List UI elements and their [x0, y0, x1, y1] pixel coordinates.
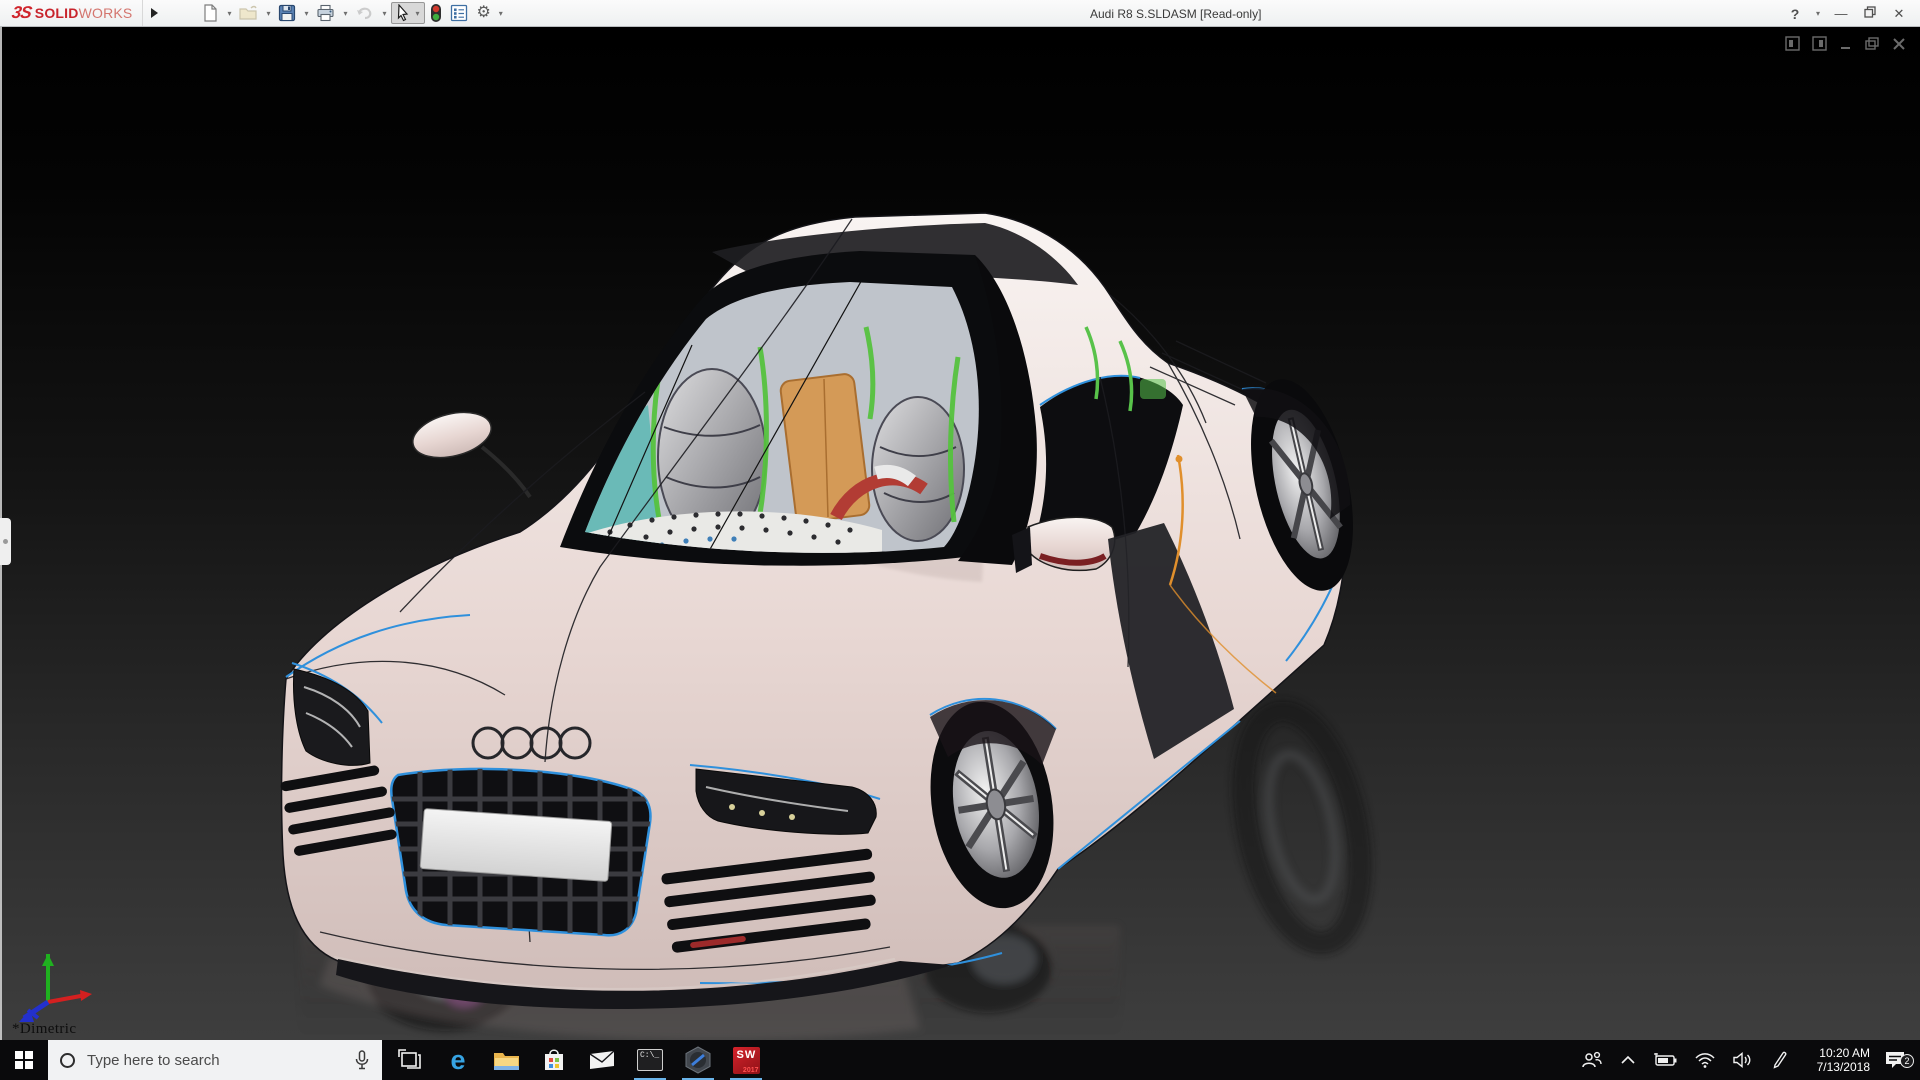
close-button[interactable]: ✕ — [1888, 6, 1910, 22]
options-dropdown-caret[interactable]: ▾ — [496, 9, 506, 18]
new-document-button[interactable] — [198, 2, 222, 24]
new-dropdown-caret[interactable]: ▾ — [224, 9, 234, 18]
windows-ink-button[interactable] — [1762, 1051, 1798, 1069]
minimize-button[interactable]: — — [1830, 6, 1852, 21]
taskbar-apps: e C:\_ SW 2017 — [386, 1040, 770, 1080]
view-orientation-label: *Dimetric — [12, 1021, 77, 1037]
cortana-icon — [60, 1052, 75, 1068]
pen-icon — [1773, 1051, 1787, 1069]
rebuild-traffic-light-icon — [431, 4, 442, 22]
print-button[interactable] — [313, 2, 338, 24]
x-axis-arrow — [47, 993, 87, 1004]
people-icon — [1582, 1051, 1602, 1068]
front-grille — [390, 767, 652, 937]
edge-button[interactable]: e — [434, 1040, 482, 1080]
solidworks-taskbar-button[interactable]: SW 2017 — [722, 1040, 770, 1080]
sw-letters: SW — [736, 1048, 757, 1061]
volume-button[interactable] — [1724, 1052, 1762, 1068]
action-center-button[interactable]: 2 — [1874, 1050, 1920, 1070]
command-prompt-button[interactable]: C:\_ — [626, 1040, 674, 1080]
undo-button[interactable] — [352, 2, 377, 24]
edge-icon: e — [450, 1044, 466, 1075]
taskbar-search[interactable] — [48, 1040, 382, 1080]
restore-button[interactable] — [1859, 6, 1881, 21]
help-button[interactable]: ? — [1784, 6, 1806, 22]
tray-overflow-button[interactable] — [1612, 1055, 1644, 1065]
sw-year: 2017 — [742, 1066, 759, 1074]
dassault-logo-mark: 3S — [10, 3, 33, 22]
save-button[interactable] — [275, 2, 299, 24]
store-button[interactable] — [530, 1040, 578, 1080]
clock-date: 7/13/2018 — [1816, 1060, 1870, 1074]
select-cursor-icon — [398, 4, 409, 22]
new-document-icon — [204, 4, 218, 22]
options-button[interactable]: ⚙ — [473, 2, 493, 24]
clock-time: 10:20 AM — [1819, 1046, 1870, 1060]
file-explorer-button[interactable] — [482, 1040, 530, 1080]
system-tray: 10:20 AM 7/13/2018 2 — [1572, 1040, 1920, 1080]
open-document-button[interactable] — [236, 2, 261, 24]
search-input[interactable] — [87, 1051, 342, 1069]
file-properties-icon — [451, 4, 468, 22]
file-explorer-icon — [493, 1053, 519, 1070]
license-plate — [419, 808, 613, 882]
wifi-icon — [1695, 1052, 1715, 1068]
task-view-icon — [398, 1049, 421, 1069]
graphics-viewport[interactable]: *Dimetric — [0, 27, 1920, 1040]
start-button[interactable] — [0, 1040, 48, 1080]
battery-button[interactable] — [1644, 1053, 1686, 1067]
people-button[interactable] — [1572, 1051, 1612, 1069]
windows-taskbar: e C:\_ SW 2017 — [0, 1040, 1920, 1080]
windows-logo-icon — [15, 1051, 33, 1069]
network-button[interactable] — [1686, 1052, 1724, 1068]
menu-flyout-arrow-icon[interactable] — [151, 8, 159, 18]
microphone-icon[interactable] — [354, 1050, 370, 1070]
car-model-render[interactable] — [0, 27, 1920, 1040]
brand-solid: SOLID — [34, 5, 79, 21]
save-dropdown-caret[interactable]: ▾ — [301, 9, 311, 18]
help-dropdown-caret[interactable]: ▾ — [1813, 9, 1823, 18]
task-view-button[interactable] — [386, 1040, 434, 1080]
mail-icon — [589, 1050, 615, 1069]
hexagon-app-button[interactable] — [674, 1040, 722, 1080]
quick-access-toolbar: ▾ ▾ ▾ ▾ ▾ ▾ ⚙ ▾ — [198, 2, 505, 24]
mail-button[interactable] — [578, 1040, 626, 1080]
file-properties-button[interactable] — [447, 2, 471, 24]
command-prompt-icon: C:\_ — [637, 1049, 663, 1071]
window-title: Audi R8 S.SLDASM [Read-only] — [1090, 7, 1262, 21]
print-icon — [317, 4, 335, 22]
brand-works: WORKS — [78, 5, 133, 21]
print-dropdown-caret[interactable]: ▾ — [340, 9, 350, 18]
title-bar: 3S SOLID WORKS ▾ ▾ ▾ ▾ ▾ ▾ ⚙ ▾ Audi R8 S… — [0, 0, 1920, 27]
select-tool-button[interactable]: ▾ — [391, 2, 426, 24]
window-controls: ? ▾ — ✕ — [1784, 0, 1910, 27]
options-gear-icon: ⚙ — [476, 4, 491, 21]
open-dropdown-caret[interactable]: ▾ — [263, 9, 273, 18]
save-floppy-icon — [279, 4, 296, 22]
rebuild-button[interactable] — [427, 2, 445, 24]
speaker-icon — [1733, 1052, 1751, 1068]
undo-arrow-icon — [357, 7, 372, 20]
select-dropdown-caret[interactable]: ▾ — [412, 9, 422, 18]
solidworks-logo[interactable]: 3S SOLID WORKS — [0, 0, 144, 26]
solidworks-2017-icon: SW 2017 — [732, 1046, 760, 1074]
notification-badge: 2 — [1900, 1054, 1914, 1068]
restore-icon — [1864, 6, 1876, 18]
battery-icon — [1654, 1053, 1677, 1066]
store-icon — [545, 1049, 563, 1070]
taskbar-clock[interactable]: 10:20 AM 7/13/2018 — [1802, 1046, 1870, 1074]
chevron-up-icon — [1621, 1055, 1635, 1064]
open-folder-icon — [239, 5, 258, 20]
hexagon-app-icon — [685, 1046, 711, 1074]
undo-dropdown-caret[interactable]: ▾ — [379, 9, 389, 18]
solidworks-window: 3S SOLID WORKS ▾ ▾ ▾ ▾ ▾ ▾ ⚙ ▾ Audi R8 S… — [0, 0, 1920, 1080]
